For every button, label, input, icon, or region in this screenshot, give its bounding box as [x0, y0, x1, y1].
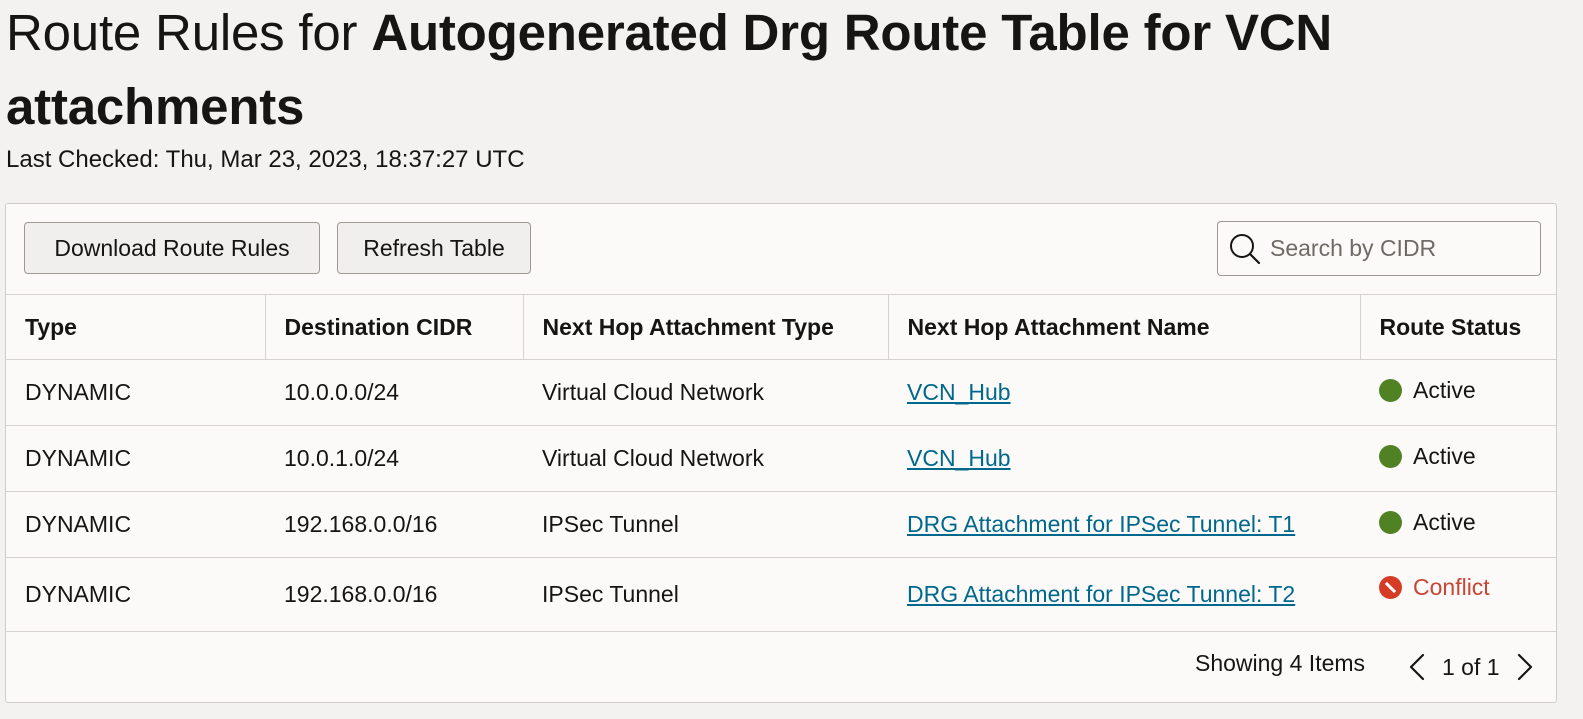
- search-box[interactable]: [1217, 221, 1541, 276]
- cell-next-hop-type: Virtual Cloud Network: [523, 359, 888, 426]
- cell-type: DYNAMIC: [6, 491, 265, 558]
- column-header-route-status[interactable]: Route Status: [1359, 294, 1556, 360]
- cell-type: DYNAMIC: [6, 359, 265, 426]
- pagination: 1 of 1: [1408, 652, 1534, 682]
- cell-next-hop-type: Virtual Cloud Network: [523, 425, 888, 492]
- table-row: DYNAMIC 10.0.0.0/24 Virtual Cloud Networ…: [6, 359, 1556, 426]
- cell-destination-cidr: 10.0.0.0/24: [265, 359, 523, 426]
- search-input[interactable]: [1270, 235, 1530, 262]
- refresh-table-button[interactable]: Refresh Table: [337, 222, 531, 274]
- page-title-prefix: Route Rules for: [6, 4, 372, 61]
- route-status-text: Active: [1413, 377, 1476, 403]
- chevron-right-icon[interactable]: [1516, 652, 1534, 682]
- table-row: DYNAMIC 192.168.0.0/16 IPSec Tunnel DRG …: [6, 557, 1556, 632]
- next-hop-attachment-link[interactable]: DRG Attachment for IPSec Tunnel: T2: [907, 581, 1295, 607]
- next-hop-attachment-link[interactable]: DRG Attachment for IPSec Tunnel: T1: [907, 511, 1295, 537]
- next-hop-attachment-link[interactable]: VCN_Hub: [907, 379, 1011, 405]
- last-checked-timestamp: Last Checked: Thu, Mar 23, 2023, 18:37:2…: [6, 146, 525, 173]
- route-status-text: Conflict: [1413, 574, 1490, 600]
- cell-next-hop-name: DRG Attachment for IPSec Tunnel: T1: [888, 491, 1360, 558]
- page-title: Route Rules for Autogenerated Drg Route …: [6, 0, 1566, 144]
- column-header-next-hop-attachment-name[interactable]: Next Hop Attachment Name: [887, 294, 1360, 360]
- column-header-next-hop-attachment-type[interactable]: Next Hop Attachment Type: [522, 294, 888, 360]
- cell-route-status: Conflict: [1360, 557, 1556, 632]
- chevron-left-icon[interactable]: [1408, 652, 1426, 682]
- status-active-dot-icon: [1379, 445, 1402, 468]
- page-indicator: 1 of 1: [1442, 653, 1500, 680]
- status-conflict-icon: [1379, 576, 1402, 599]
- cell-route-status: Active: [1360, 491, 1556, 558]
- route-status-text: Active: [1413, 443, 1476, 469]
- cell-next-hop-name: DRG Attachment for IPSec Tunnel: T2: [888, 557, 1360, 632]
- route-status-text: Active: [1413, 509, 1476, 535]
- route-rules-table: Type Destination CIDR Next Hop Attachmen…: [6, 294, 1556, 632]
- cell-destination-cidr: 192.168.0.0/16: [265, 557, 523, 632]
- search-icon: [1230, 233, 1261, 264]
- status-active-dot-icon: [1379, 511, 1402, 534]
- cell-next-hop-type: IPSec Tunnel: [523, 557, 888, 632]
- table-row: DYNAMIC 192.168.0.0/16 IPSec Tunnel DRG …: [6, 491, 1556, 558]
- status-active-dot-icon: [1379, 379, 1402, 402]
- cell-destination-cidr: 10.0.1.0/24: [265, 425, 523, 492]
- showing-items-count: Showing 4 Items: [1195, 650, 1366, 676]
- route-rules-panel: Download Route Rules Refresh Table Type …: [5, 203, 1557, 703]
- cell-route-status: Active: [1360, 359, 1556, 426]
- table-row: DYNAMIC 10.0.1.0/24 Virtual Cloud Networ…: [6, 425, 1556, 492]
- table-header-row: Type Destination CIDR Next Hop Attachmen…: [6, 294, 1556, 360]
- download-route-rules-button[interactable]: Download Route Rules: [24, 222, 320, 274]
- cell-route-status: Active: [1360, 425, 1556, 492]
- cell-next-hop-name: VCN_Hub: [888, 359, 1360, 426]
- next-hop-attachment-link[interactable]: VCN_Hub: [907, 445, 1011, 471]
- cell-type: DYNAMIC: [6, 557, 265, 632]
- cell-destination-cidr: 192.168.0.0/16: [265, 491, 523, 558]
- cell-next-hop-type: IPSec Tunnel: [523, 491, 888, 558]
- cell-next-hop-name: VCN_Hub: [888, 425, 1360, 492]
- cell-type: DYNAMIC: [6, 425, 265, 492]
- column-header-type[interactable]: Type: [6, 294, 265, 360]
- column-header-destination-cidr[interactable]: Destination CIDR: [264, 294, 523, 360]
